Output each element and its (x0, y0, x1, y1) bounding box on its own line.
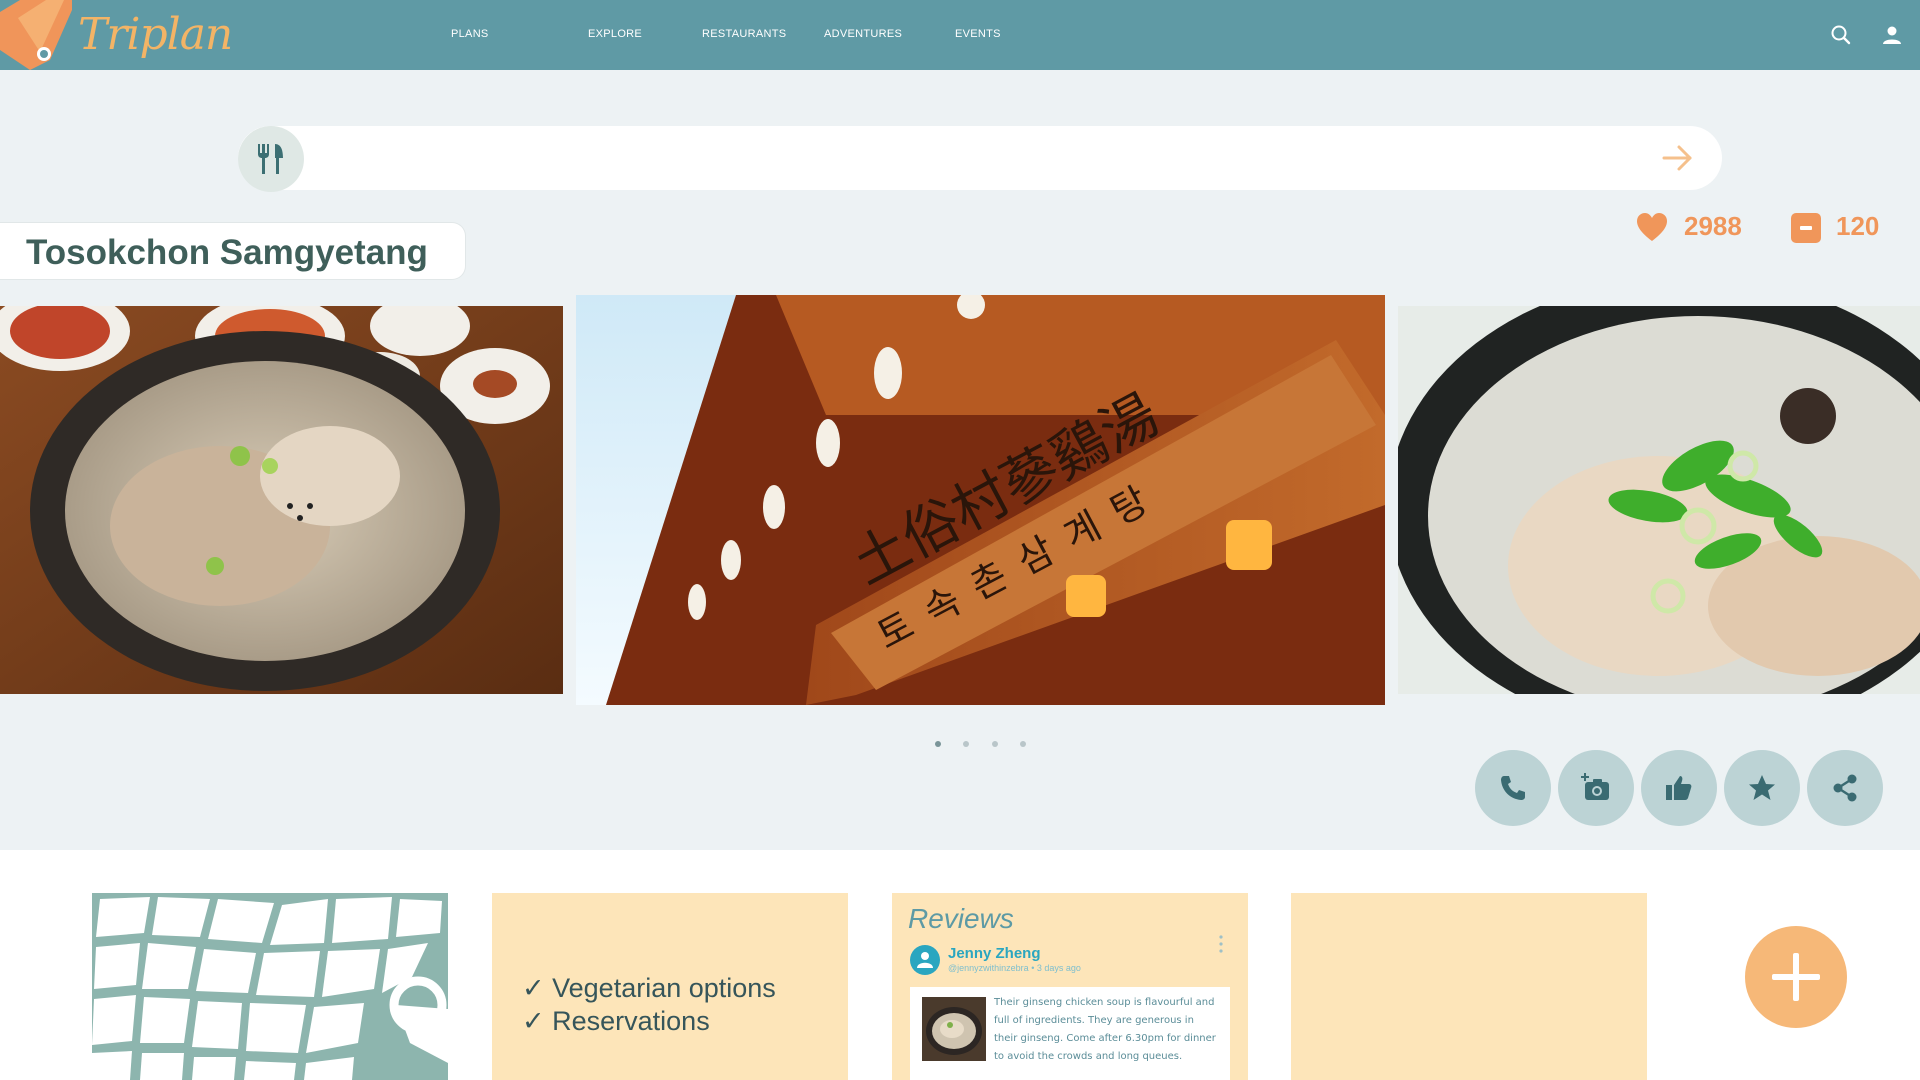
logo-wordmark[interactable]: Triplan (78, 8, 233, 62)
reviewer-handle: @jennyzwithinzebra (948, 963, 1029, 973)
carousel-photo-1[interactable] (0, 306, 563, 694)
review-photo[interactable] (922, 997, 986, 1061)
place-title: Tosokchon Samgyetang (26, 233, 428, 272)
review-body: Their ginseng chicken soup is flavourful… (910, 987, 1230, 1080)
review-time: 3 days ago (1036, 963, 1081, 973)
top-navigation-bar: Triplan PLANS EXPLORE RESTAURANTS ADVENT… (0, 0, 1920, 70)
add-button[interactable] (1745, 926, 1847, 1028)
comment-icon[interactable] (1790, 212, 1822, 244)
samgyetang-bowl-image (0, 306, 563, 694)
user-icon[interactable] (1880, 23, 1904, 47)
user-icon (917, 952, 933, 968)
map-card[interactable] (92, 893, 448, 1080)
carousel-dot-3[interactable] (992, 741, 998, 747)
amenity-vegetarian: ✓ Vegetarian options (522, 973, 776, 1003)
favorite-button[interactable] (1724, 750, 1800, 826)
star-icon (1749, 775, 1775, 800)
logo-icon[interactable] (0, 0, 72, 70)
ginseng-soup-closeup-image (1398, 306, 1920, 694)
plus-icon (1772, 953, 1820, 1001)
share-icon (1833, 774, 1857, 802)
nav-explore[interactable]: EXPLORE (588, 28, 642, 40)
call-button[interactable] (1475, 750, 1551, 826)
map-icon (92, 897, 448, 1080)
phone-icon (1501, 776, 1525, 800)
restaurant-signboard-image: 土俗村蔘鷄湯 토속촌삼계탕 (576, 295, 1385, 705)
review-text: Their ginseng chicken soup is flavourful… (994, 997, 1216, 1062)
carousel-dot-4[interactable] (1020, 741, 1026, 747)
place-title-box: Tosokchon Samgyetang (0, 222, 466, 280)
add-photo-button[interactable] (1558, 750, 1634, 826)
carousel-dot-1[interactable] (935, 741, 941, 747)
arrow-right-icon[interactable] (1660, 140, 1696, 176)
reviewer-name[interactable]: Jenny Zheng (948, 945, 1041, 962)
reviewer-meta: @jennyzwithinzebra • 3 days ago (948, 963, 1081, 973)
search-icon[interactable] (1829, 23, 1853, 47)
nav-events[interactable]: EVENTS (955, 28, 1001, 40)
category-button[interactable] (238, 126, 304, 192)
reviews-title: Reviews (908, 903, 1014, 934)
carousel-dot-2[interactable] (963, 741, 969, 747)
empty-info-card (1291, 893, 1647, 1080)
nav-adventures[interactable]: ADVENTURES (824, 28, 902, 40)
avatar[interactable] (910, 945, 940, 975)
amenity-reservations: ✓ Reservations (522, 1006, 710, 1036)
search-input[interactable] (318, 140, 1642, 178)
nav-plans[interactable]: PLANS (451, 28, 489, 40)
reviews-card: Reviews Jenny Zheng @jennyzwithinzebra •… (892, 893, 1248, 1080)
nav-restaurants[interactable]: RESTAURANTS (702, 28, 786, 40)
review-photo-image (922, 997, 986, 1061)
comments-count: 120 (1836, 211, 1880, 241)
amenities-card: ✓ Vegetarian options ✓ Reservations (492, 893, 848, 1080)
carousel-photo-2[interactable]: 土俗村蔘鷄湯 토속촌삼계탕 (576, 295, 1385, 705)
carousel-photo-3[interactable] (1398, 306, 1920, 694)
likes-count: 2988 (1684, 211, 1742, 241)
heart-icon[interactable] (1636, 212, 1668, 244)
add-photo-icon (1581, 773, 1609, 800)
more-options-icon[interactable] (1216, 933, 1226, 955)
like-button[interactable] (1641, 750, 1717, 826)
share-button[interactable] (1807, 750, 1883, 826)
fork-knife-icon (258, 144, 283, 174)
thumbs-up-icon (1666, 776, 1692, 800)
